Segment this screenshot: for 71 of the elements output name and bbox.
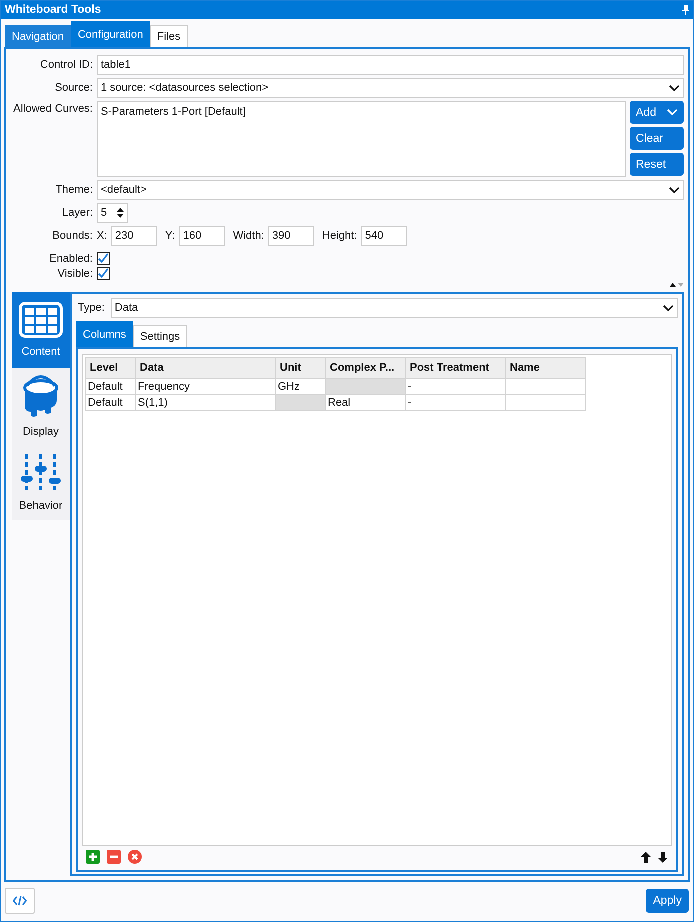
sliders-icon <box>19 452 63 492</box>
field-label: Visible: <box>56 268 93 280</box>
window-title: Whiteboard Tools <box>5 4 102 16</box>
add-icon[interactable] <box>86 850 100 864</box>
field-label: Source: <box>54 82 93 94</box>
table-cell[interactable] <box>506 394 586 410</box>
arrow-up-icon[interactable] <box>641 852 651 862</box>
tab[interactable]: Configuration <box>70 21 150 47</box>
column-header[interactable]: Name <box>506 358 586 378</box>
list-box[interactable]: S-Parameters 1-Port [Default] <box>97 101 626 177</box>
list-item[interactable]: S-Parameters 1-Port [Default] <box>101 106 622 118</box>
tab[interactable]: Settings <box>133 325 188 347</box>
button[interactable]: Reset <box>630 153 684 176</box>
table-cell[interactable] <box>506 378 586 394</box>
code-icon <box>13 896 27 906</box>
input-field[interactable]: 160 <box>179 226 226 246</box>
pin-icon[interactable] <box>682 5 689 15</box>
dropdown[interactable]: Data <box>110 298 678 318</box>
checkbox[interactable] <box>97 252 110 265</box>
field-label: Bounds: <box>52 230 93 242</box>
table-cell[interactable]: Default <box>86 394 136 410</box>
chevron-down-icon <box>663 304 674 312</box>
field-label: Height: <box>322 230 358 242</box>
remove-icon[interactable] <box>107 850 121 864</box>
sidebar-item[interactable]: Content <box>12 292 70 368</box>
table-cell[interactable]: S(1,1) <box>136 394 276 410</box>
apply-button[interactable]: Apply <box>646 889 689 913</box>
checkbox[interactable] <box>97 267 110 280</box>
column-header[interactable]: Data <box>136 358 276 378</box>
table-cell[interactable]: Default <box>86 378 136 394</box>
collapse-arrows-icon[interactable] <box>670 282 684 288</box>
chevron-down-icon <box>669 186 680 194</box>
input-field[interactable]: 230 <box>111 226 158 246</box>
tab[interactable]: Navigation <box>5 25 71 47</box>
chevron-down-icon <box>667 109 678 116</box>
spin-box[interactable]: 5 <box>97 203 128 223</box>
field-label: Allowed Curves: <box>12 103 93 115</box>
field-label: Theme: <box>54 184 93 196</box>
button[interactable]: Clear <box>630 127 684 150</box>
code-button[interactable] <box>5 888 35 914</box>
spin-arrows-icon[interactable] <box>117 207 124 219</box>
chevron-down-icon <box>669 84 680 92</box>
delete-icon[interactable] <box>128 850 142 864</box>
field-label: Enabled: <box>48 252 93 264</box>
table-icon <box>19 302 63 338</box>
table-cell[interactable]: Real <box>326 394 406 410</box>
tab[interactable]: Columns <box>76 321 134 347</box>
field-label: Layer: <box>61 207 93 219</box>
column-header[interactable]: Unit <box>276 358 326 378</box>
input-field[interactable]: table1 <box>97 55 684 75</box>
dropdown[interactable]: 1 source: <datasources selection> <box>97 78 684 98</box>
arrow-down-icon[interactable] <box>658 852 668 862</box>
field-label: Control ID: <box>39 59 93 71</box>
button[interactable]: Add <box>630 101 684 124</box>
tab[interactable]: Files <box>150 25 188 47</box>
sidebar-item[interactable]: Display <box>12 368 70 444</box>
field-label: Type: <box>78 302 105 314</box>
field-label: Y: <box>165 230 176 242</box>
field-label: X: <box>97 230 108 242</box>
column-header[interactable]: Post Treatment <box>406 358 506 378</box>
table-cell[interactable]: Frequency <box>136 378 276 394</box>
table-cell[interactable]: - <box>406 394 506 410</box>
input-field[interactable]: 390 <box>268 226 314 246</box>
column-header[interactable]: Complex P... <box>326 358 406 378</box>
table-cell[interactable]: - <box>406 378 506 394</box>
sidebar-item[interactable]: Behavior <box>12 444 70 520</box>
paint-bucket-icon <box>22 374 60 418</box>
input-field[interactable]: 540 <box>361 226 408 246</box>
dropdown[interactable]: <default> <box>97 180 684 200</box>
field-label: Width: <box>233 230 264 242</box>
column-header[interactable]: Level <box>86 358 136 378</box>
